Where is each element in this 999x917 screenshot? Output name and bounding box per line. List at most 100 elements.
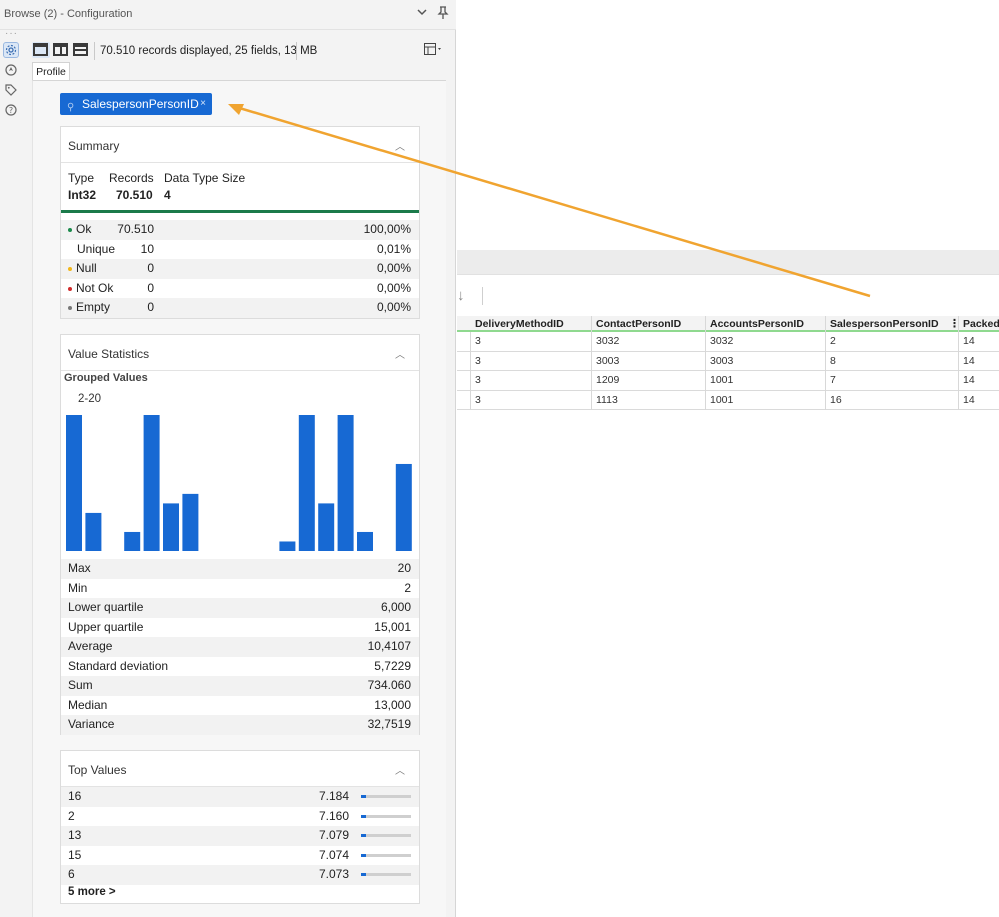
grid-column-header[interactable]: AccountsPersonID [706,316,826,332]
summary-row-percent: 100,00% [363,222,411,236]
top-value-count: 7.079 [318,828,349,843]
grid-column-header[interactable]: SalespersonPersonID [826,316,959,332]
grid-cell[interactable]: 7 [826,371,959,391]
top-value-row[interactable]: 2 7.160 [61,807,419,827]
chart-bar[interactable] [143,415,160,551]
stat-value: 15,001 [374,619,411,634]
top-value-row[interactable]: 16 7.184 [61,787,419,807]
grid-cell[interactable]: 16 [826,390,959,410]
summary-row-text: Unique [77,241,116,256]
chart-bar[interactable] [298,415,315,551]
chart-bar[interactable] [337,415,354,551]
split-vertical-button[interactable] [52,42,70,58]
chart-bar[interactable] [279,541,296,551]
grid-cell[interactable]: 1113 [592,390,706,410]
grid-cell[interactable]: 3032 [592,332,706,352]
grid-column-header[interactable]: DeliveryMethodID [471,316,592,332]
grid-cell[interactable]: 3003 [592,351,706,371]
grid-cell[interactable]: 3003 [706,351,826,371]
grid-cell[interactable]: 3 [471,390,592,410]
chart-bar[interactable] [357,531,373,551]
chart-bar[interactable] [182,493,199,551]
pin-icon[interactable] [435,6,451,22]
chart-bar[interactable] [124,531,141,551]
grid-cell[interactable]: 8 [826,351,959,371]
summary-row-count: 10 [140,241,154,256]
grid-column-header[interactable]: ContactPersonID [592,316,706,332]
grid-cell[interactable]: 1209 [592,371,706,391]
grid-cell[interactable]: 3 [471,351,592,371]
help-icon[interactable]: ? [3,102,19,118]
more-values-link[interactable]: 5 more > [68,886,116,898]
grid-cell[interactable]: 3032 [706,332,826,352]
collapse-icon[interactable]: ︿ [395,346,405,361]
navigate-icon[interactable] [3,62,19,78]
chart-bar[interactable] [66,415,82,551]
grid-cell[interactable]: 3 [471,332,592,352]
chart-bar[interactable] [85,512,102,551]
grid-cell[interactable]: 14 [959,391,999,411]
grid-cell[interactable]: 14 [959,371,999,391]
top-value-label: 16 [68,789,82,803]
top-values-heading: Top Values [68,763,127,777]
grid-cell[interactable]: 14 [959,332,999,352]
summary-card: Summary ︿ Type Int32 Records 70.510 Data… [60,126,420,319]
summary-row-text: Empty [76,300,111,315]
grid-row[interactable]: 3 3032 3032 2 14 [457,332,999,352]
grid-cell[interactable]: 1001 [706,390,826,410]
chart-bar[interactable] [163,503,179,551]
collapse-icon[interactable]: ︿ [395,762,405,777]
frequency-bar [361,795,411,798]
stat-label: Average [68,639,113,653]
arrow-down-icon[interactable]: ↓ [457,287,465,304]
chart-bar[interactable] [395,463,412,551]
summary-row: Unique 10 0,01% [61,240,419,260]
gear-icon[interactable] [3,42,19,58]
summary-header[interactable]: Summary ︿ [61,127,419,163]
grid-row[interactable]: 3 3003 3003 8 14 [457,351,999,372]
stat-label: Variance [68,717,115,731]
grid-cell[interactable]: 1001 [706,371,826,391]
split-horizontal-button[interactable] [72,42,90,58]
stat-row: Standard deviation 5,7229 [61,657,419,677]
field-chip[interactable]: ⚲ SalespersonPersonID × [60,93,212,115]
panel-title-bar: Browse (2) - Configuration [0,0,456,30]
view-options-menu[interactable] [424,43,444,58]
row-gutter[interactable] [457,351,471,371]
stat-row: Average 10,4107 [61,637,419,657]
value-statistics-header[interactable]: Value Statistics ︿ [61,335,419,371]
grid-cell[interactable]: 14 [959,352,999,372]
chevron-down-icon[interactable] [414,6,430,22]
stat-value: 32,7519 [367,717,411,731]
grid-cell[interactable]: 2 [826,332,959,352]
top-value-label: 6 [68,867,75,882]
single-view-button[interactable] [32,42,50,58]
close-icon[interactable]: × [200,93,206,115]
top-value-label: 15 [68,847,82,862]
row-gutter[interactable] [457,390,471,410]
stat-value: 2 [404,580,411,595]
summary-row-count: 0 [147,300,154,315]
data-type-size-label: Data Type Size [164,171,246,185]
stat-row: Lower quartile 6,000 [61,598,419,618]
top-values-header[interactable]: Top Values ︿ [61,751,419,787]
top-value-row[interactable]: 6 7.073 [61,865,419,885]
frequency-bar-fill [361,873,366,877]
tab-profile[interactable]: Profile [32,62,70,81]
chart-bar[interactable] [318,503,335,551]
grid-row[interactable]: 3 1209 1001 7 14 [457,371,999,391]
column-menu-icon[interactable]: ⋮ [949,316,960,332]
top-value-row[interactable]: 13 7.079 [61,826,419,846]
grid-column-header[interactable]: PackedB [959,316,999,332]
summary-row-percent: 0,01% [376,241,411,256]
row-gutter[interactable] [457,332,471,352]
collapse-icon[interactable]: ︿ [395,138,405,153]
grid-row[interactable]: 3 1113 1001 16 14 [457,390,999,411]
app-root: Browse (2) - Configuration ··· ? 70.510 … [0,0,999,917]
row-gutter[interactable] [457,371,471,391]
top-value-row[interactable]: 15 7.074 [61,846,419,866]
grid-cell[interactable]: 3 [471,371,592,391]
stat-row: Upper quartile 15,001 [61,618,419,638]
tag-icon[interactable] [3,82,19,98]
field-type-icon: ⚲ [67,102,75,113]
